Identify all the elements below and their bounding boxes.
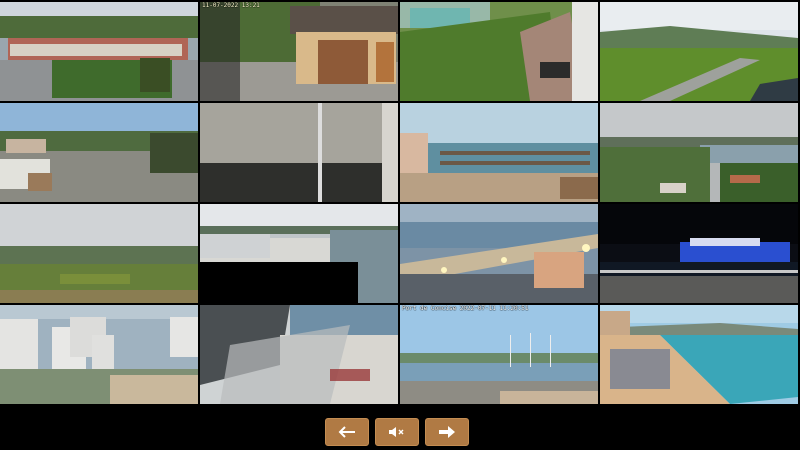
- camera-feed-12: [600, 204, 798, 303]
- camera-tile-5[interactable]: [0, 103, 198, 202]
- camera-tile-9[interactable]: [0, 204, 198, 303]
- camera-feed-3: [400, 2, 598, 101]
- camera-feed-5: [0, 103, 198, 202]
- playback-controls: [0, 408, 800, 450]
- camera-grid: 11-07-2022 13:21 Port de Concise 2022-07…: [0, 0, 800, 408]
- camera-tile-8[interactable]: [600, 103, 798, 202]
- camera-tile-13[interactable]: [0, 305, 198, 404]
- camera-feed-1: [0, 2, 198, 101]
- arrow-right-icon: [439, 426, 455, 438]
- camera-tile-4[interactable]: [600, 2, 798, 101]
- arrow-left-icon: [338, 426, 355, 438]
- camera-feed-13: [0, 305, 198, 404]
- camera-feed-6: [200, 103, 398, 202]
- camera-feed-16: [600, 305, 798, 404]
- camera-tile-6[interactable]: [200, 103, 398, 202]
- camera-feed-10: [200, 204, 398, 303]
- camera-wall-screen: 11-07-2022 13:21 Port de Concise 2022-07…: [0, 0, 800, 450]
- camera-feed-9: [0, 204, 198, 303]
- camera-tile-14[interactable]: [200, 305, 398, 404]
- next-page-button[interactable]: [425, 418, 469, 446]
- camera-tile-15[interactable]: Port de Concise 2022-07-11 11:20:51: [400, 305, 598, 404]
- camera-feed-4: [600, 2, 798, 101]
- camera-tile-12[interactable]: [600, 204, 798, 303]
- mute-button[interactable]: [375, 418, 419, 446]
- camera-feed-8: [600, 103, 798, 202]
- previous-page-button[interactable]: [325, 418, 369, 446]
- camera-tile-16[interactable]: [600, 305, 798, 404]
- camera-tile-10[interactable]: [200, 204, 398, 303]
- camera-tile-3[interactable]: [400, 2, 598, 101]
- camera-tile-7[interactable]: [400, 103, 598, 202]
- camera-feed-14: [200, 305, 398, 404]
- camera-timestamp-2: 11-07-2022 13:21: [202, 2, 260, 9]
- camera-tile-2[interactable]: 11-07-2022 13:21: [200, 2, 398, 101]
- camera-feed-11: [400, 204, 598, 303]
- camera-tile-11[interactable]: [400, 204, 598, 303]
- camera-feed-2: [200, 2, 398, 101]
- camera-feed-15: [400, 305, 598, 404]
- camera-timestamp-15: Port de Concise 2022-07-11 11:20:51: [402, 305, 529, 312]
- speaker-muted-icon: [389, 427, 404, 437]
- camera-tile-1[interactable]: [0, 2, 198, 101]
- camera-feed-7: [400, 103, 598, 202]
